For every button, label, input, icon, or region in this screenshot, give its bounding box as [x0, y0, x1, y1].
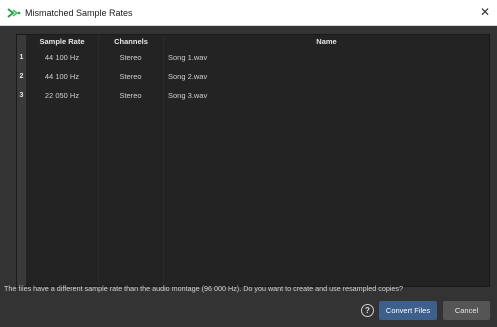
sample-rate-cell: 22 050 Hz	[44, 91, 80, 100]
channels-cell: Stereo	[119, 72, 142, 81]
row-number: 1	[19, 54, 24, 61]
channels-cell: Stereo	[119, 91, 142, 100]
wavelab-icon	[7, 8, 21, 18]
cancel-button[interactable]: Cancel	[443, 301, 490, 320]
dialog-window: Mismatched Sample Rates ✕ Sample Rate Ch…	[0, 0, 497, 327]
resample-prompt-message: The files have a different sample rate t…	[4, 284, 404, 293]
files-table: Sample Rate Channels Name 1 44 100 Hz St…	[16, 34, 490, 287]
table-row[interactable]: 2 44 100 Hz Stereo Song 2.wav	[17, 67, 489, 86]
sample-rate-cell: 44 100 Hz	[44, 72, 80, 81]
convert-files-button[interactable]: Convert Files	[379, 301, 437, 320]
file-name-cell: Song 1.wav	[168, 53, 208, 62]
channels-cell: Stereo	[119, 53, 142, 62]
title-bar: Mismatched Sample Rates ✕	[0, 0, 497, 26]
sample-rate-cell: 44 100 Hz	[44, 53, 80, 62]
row-number: 3	[19, 92, 24, 99]
close-icon: ✕	[479, 5, 491, 19]
file-name-cell: Song 3.wav	[168, 91, 208, 100]
close-button[interactable]: ✕	[473, 0, 497, 25]
file-name-cell: Song 2.wav	[168, 72, 208, 81]
dialog-content: Sample Rate Channels Name 1 44 100 Hz St…	[0, 26, 497, 327]
table-row[interactable]: 3 22 050 Hz Stereo Song 3.wav	[17, 86, 489, 105]
column-header-sample-rate[interactable]: Sample Rate	[26, 35, 98, 48]
table-header: Sample Rate Channels Name	[26, 35, 489, 48]
row-number: 2	[19, 73, 24, 80]
dialog-title: Mismatched Sample Rates	[25, 8, 133, 18]
table-row[interactable]: 1 44 100 Hz Stereo Song 1.wav	[17, 48, 489, 67]
column-header-channels[interactable]: Channels	[98, 35, 163, 48]
table-body: 1 44 100 Hz Stereo Song 1.wav 2 44 100 H…	[17, 48, 489, 105]
column-header-name[interactable]: Name	[163, 35, 489, 48]
help-icon[interactable]: ?	[361, 304, 374, 317]
